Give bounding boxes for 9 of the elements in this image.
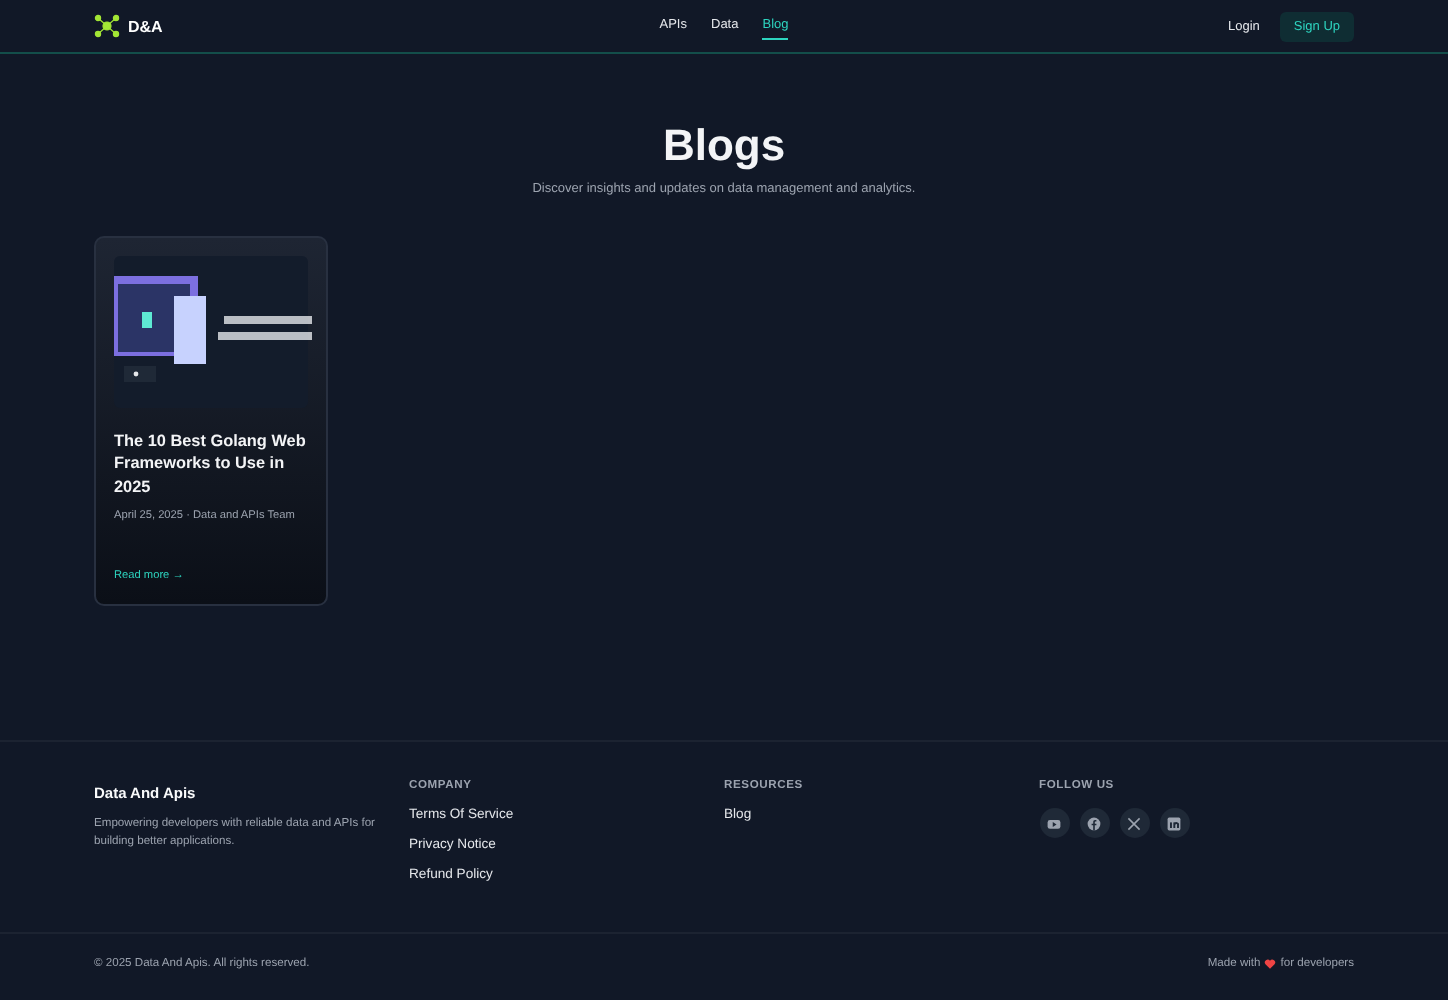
molecule-logo-icon [94, 14, 120, 38]
linkedin-icon[interactable] [1159, 808, 1189, 838]
youtube-icon[interactable] [1039, 808, 1069, 838]
page-title: Blogs [660, 120, 788, 172]
post-title[interactable]: The 10 Best Golang Web Frameworks to Use in 2025 [114, 430, 308, 499]
facebook-icon[interactable] [1079, 808, 1109, 838]
heart-icon [1264, 957, 1277, 969]
x-logo-icon[interactable] [1119, 808, 1149, 838]
logo-text[interactable]: D&A [128, 17, 163, 35]
